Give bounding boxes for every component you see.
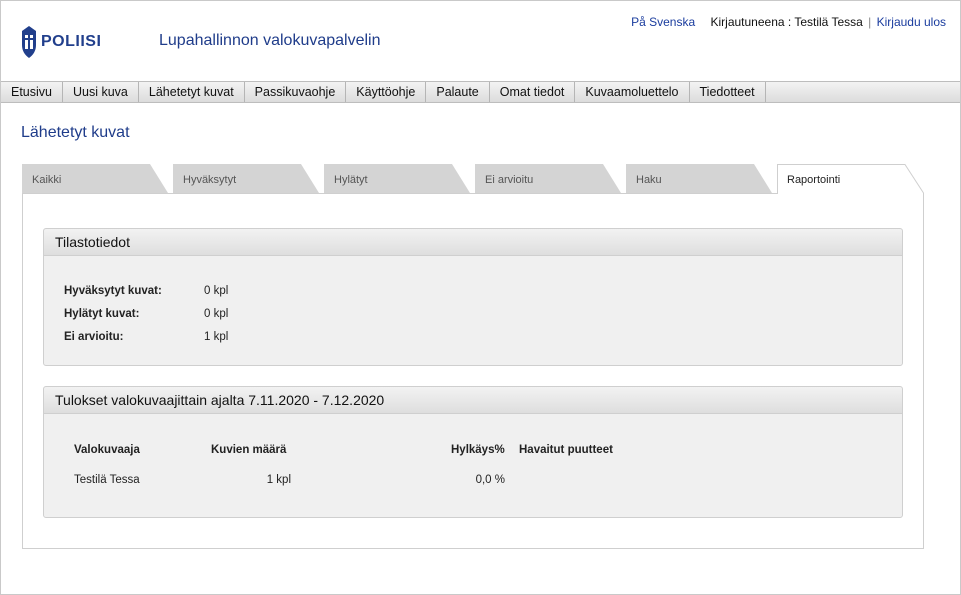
page-title: Lähetetyt kuvat [21, 124, 130, 141]
tab-bar: Kaikki Hyväksytyt Hylätyt Ei arvioitu Ha… [22, 164, 924, 194]
stat-value-approved: 0 kpl [204, 285, 229, 297]
tab-label: Hyväksytyt [183, 174, 237, 186]
top-links: På Svenska Kirjautuneena : Testilä Tessa… [631, 15, 946, 29]
logged-in-user: Kirjautuneena : Testilä Tessa [710, 15, 863, 29]
column-header-count: Kuvien määrä [211, 444, 287, 456]
nav-item-omat-tiedot[interactable]: Omat tiedot [490, 82, 576, 102]
logout-link[interactable]: Kirjaudu ulos [877, 15, 946, 29]
tab-label: Hylätyt [334, 174, 368, 186]
nav-item-kuvaamoluettelo[interactable]: Kuvaamoluettelo [575, 82, 690, 102]
nav-item-lahetetyt-kuvat[interactable]: Lähetetyt kuvat [139, 82, 245, 102]
column-header-rejection: Hylkäys% [451, 444, 505, 456]
results-panel-title: Tulokset valokuvaajittain ajalta 7.11.20… [44, 387, 902, 414]
stat-label-rejected: Hylätyt kuvat: [64, 308, 140, 320]
app-title: Lupahallinnon valokuvapalvelin [159, 32, 381, 49]
tab-label: Raportointi [787, 174, 841, 186]
stat-value-not-evaluated: 1 kpl [204, 331, 229, 343]
tab-haku[interactable]: Haku [626, 164, 774, 193]
language-link[interactable]: På Svenska [631, 15, 695, 29]
stat-value-rejected: 0 kpl [204, 308, 229, 320]
tab-kaikki[interactable]: Kaikki [22, 164, 170, 193]
nav-item-uusi-kuva[interactable]: Uusi kuva [63, 82, 139, 102]
police-emblem-icon [22, 26, 36, 58]
link-separator: | [868, 15, 872, 29]
cell-rejection: 0,0 % [475, 474, 505, 486]
column-header-defects: Havaitut puutteet [519, 444, 613, 456]
nav-item-etusivu[interactable]: Etusivu [1, 82, 63, 102]
column-header-photographer: Valokuvaaja [74, 444, 140, 456]
poliisi-logo: POLIISI [20, 25, 101, 59]
logo-text: POLIISI [41, 33, 102, 50]
tab-label: Haku [636, 174, 662, 186]
stats-panel: Tilastotiedot Hyväksytyt kuvat: 0 kpl Hy… [43, 228, 903, 366]
nav-item-passikuvaohje[interactable]: Passikuvaohje [245, 82, 347, 102]
tab-raportointi[interactable]: Raportointi [777, 164, 925, 194]
tab-hyvaksytyt[interactable]: Hyväksytyt [173, 164, 321, 193]
tab-label: Kaikki [32, 174, 62, 186]
cell-count: 1 kpl [266, 474, 291, 486]
cell-photographer: Testilä Tessa [74, 474, 140, 486]
stat-label-not-evaluated: Ei arvioitu: [64, 331, 124, 343]
tab-hylatyt[interactable]: Hylätyt [324, 164, 472, 193]
stats-panel-title: Tilastotiedot [44, 229, 902, 256]
main-nav: Etusivu Uusi kuva Lähetetyt kuvat Passik… [1, 81, 960, 103]
tab-label: Ei arvioitu [485, 174, 534, 186]
nav-item-tiedotteet[interactable]: Tiedotteet [690, 82, 766, 102]
nav-item-palaute[interactable]: Palaute [426, 82, 490, 102]
nav-item-kayttoohje[interactable]: Käyttöohje [346, 82, 427, 102]
tab-ei-arvioitu[interactable]: Ei arvioitu [475, 164, 623, 193]
results-panel: Tulokset valokuvaajittain ajalta 7.11.20… [43, 386, 903, 518]
stat-label-approved: Hyväksytyt kuvat: [64, 285, 162, 297]
